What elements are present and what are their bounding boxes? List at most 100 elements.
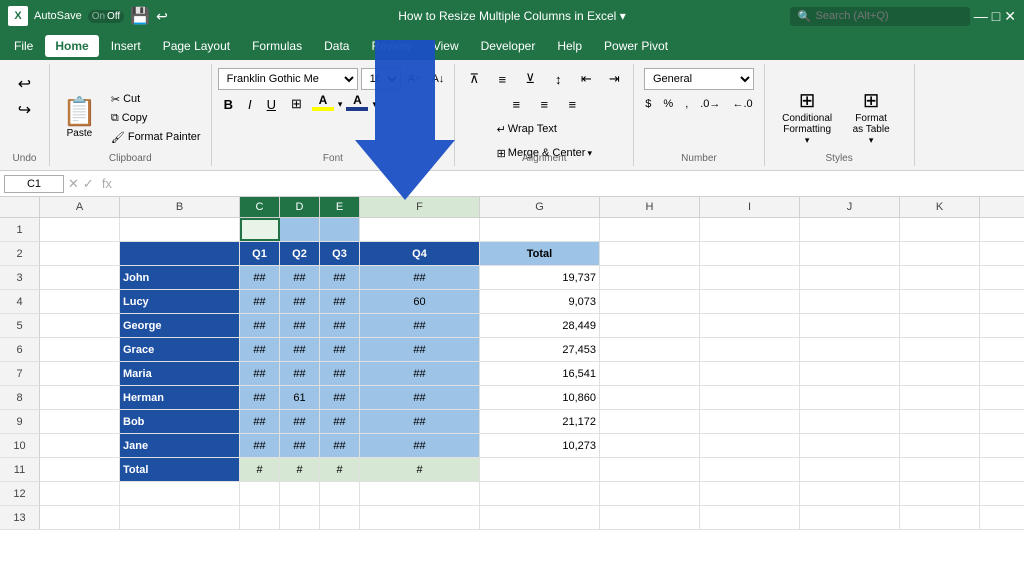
cell-E12[interactable] (320, 482, 360, 505)
col-header-I[interactable]: I (700, 197, 800, 217)
cell-F2[interactable]: Q4 (360, 242, 480, 265)
minimize-icon[interactable]: — (974, 8, 988, 24)
cell-F10[interactable]: ## (360, 434, 480, 457)
cell-H12[interactable] (600, 482, 700, 505)
cell-E7[interactable]: ## (320, 362, 360, 385)
col-header-B[interactable]: B (120, 197, 240, 217)
menu-formulas[interactable]: Formulas (242, 35, 312, 57)
cell-J8[interactable] (800, 386, 900, 409)
cell-F9[interactable]: ## (360, 410, 480, 433)
cell-G9[interactable]: 21,172 (480, 410, 600, 433)
cell-G12[interactable] (480, 482, 600, 505)
col-header-H[interactable]: H (600, 197, 700, 217)
cell-H2[interactable] (600, 242, 700, 265)
cell-G5[interactable]: 28,449 (480, 314, 600, 337)
cell-A1[interactable] (40, 218, 120, 241)
cell-I13[interactable] (700, 506, 800, 529)
copy-button[interactable]: ⧉ Copy (107, 110, 205, 127)
cell-A3[interactable] (40, 266, 120, 289)
menu-home[interactable]: Home (45, 35, 98, 57)
cell-B13[interactable] (120, 506, 240, 529)
cell-G3[interactable]: 19,737 (480, 266, 600, 289)
italic-button[interactable]: I (242, 93, 258, 115)
cell-A5[interactable] (40, 314, 120, 337)
cell-D1[interactable] (280, 218, 320, 241)
cell-K2[interactable] (900, 242, 980, 265)
cell-J13[interactable] (800, 506, 900, 529)
cell-E5[interactable]: ## (320, 314, 360, 337)
cell-A2[interactable] (40, 242, 120, 265)
cell-C10[interactable]: ## (240, 434, 280, 457)
search-input[interactable] (816, 10, 956, 22)
cell-K7[interactable] (900, 362, 980, 385)
cell-K10[interactable] (900, 434, 980, 457)
cell-G13[interactable] (480, 506, 600, 529)
align-top-button[interactable]: ⊼ (461, 68, 487, 90)
cell-E6[interactable]: ## (320, 338, 360, 361)
fill-dropdown-icon[interactable]: ▾ (338, 99, 343, 110)
search-box[interactable]: 🔍 (790, 7, 970, 26)
font-color-dropdown-icon[interactable]: ▾ (372, 99, 377, 110)
increase-decimal-button[interactable]: .0→ (695, 93, 725, 115)
menu-page-layout[interactable]: Page Layout (153, 35, 240, 57)
cell-A12[interactable] (40, 482, 120, 505)
bold-button[interactable]: B (218, 93, 239, 115)
cell-G7[interactable]: 16,541 (480, 362, 600, 385)
cell-B3[interactable]: John (120, 266, 240, 289)
font-name-select[interactable]: Franklin Gothic Me (218, 68, 358, 90)
number-format-select[interactable]: General (644, 68, 754, 90)
cell-F1[interactable] (360, 218, 480, 241)
cell-F11[interactable]: # (360, 458, 480, 481)
menu-review[interactable]: Review (361, 35, 420, 57)
cell-C2[interactable]: Q1 (240, 242, 280, 265)
col-header-D[interactable]: D (280, 197, 320, 217)
formula-input[interactable] (120, 177, 1020, 191)
font-grow-button[interactable]: A↑ (404, 70, 425, 88)
cell-D8[interactable]: 61 (280, 386, 320, 409)
font-color-button[interactable]: A (345, 93, 369, 115)
cell-C7[interactable]: ## (240, 362, 280, 385)
conditional-formatting-button[interactable]: ⊞ Conditional Formatting ▾ (777, 84, 837, 150)
cell-F13[interactable] (360, 506, 480, 529)
cell-E9[interactable]: ## (320, 410, 360, 433)
cell-J12[interactable] (800, 482, 900, 505)
menu-file[interactable]: File (4, 35, 43, 57)
cell-K5[interactable] (900, 314, 980, 337)
cell-I5[interactable] (700, 314, 800, 337)
fill-color-button[interactable]: A (311, 93, 335, 115)
cell-B10[interactable]: Jane (120, 434, 240, 457)
cell-I1[interactable] (700, 218, 800, 241)
cell-D11[interactable]: # (280, 458, 320, 481)
maximize-icon[interactable]: □ (992, 8, 1000, 24)
cell-E10[interactable]: ## (320, 434, 360, 457)
cell-K12[interactable] (900, 482, 980, 505)
col-header-E[interactable]: E (320, 197, 360, 217)
cell-E1[interactable] (320, 218, 360, 241)
col-header-F[interactable]: F (360, 197, 480, 217)
cell-A7[interactable] (40, 362, 120, 385)
cell-C11[interactable]: # (240, 458, 280, 481)
cell-D5[interactable]: ## (280, 314, 320, 337)
cell-A8[interactable] (40, 386, 120, 409)
border-button[interactable]: ⊞ (285, 93, 308, 115)
menu-power-pivot[interactable]: Power Pivot (594, 35, 678, 57)
text-direction-button[interactable]: ↕ (545, 68, 571, 90)
cell-B1[interactable] (120, 218, 240, 241)
cell-J2[interactable] (800, 242, 900, 265)
cell-D6[interactable]: ## (280, 338, 320, 361)
cell-G1[interactable] (480, 218, 600, 241)
cell-B6[interactable]: Grace (120, 338, 240, 361)
undo-button[interactable]: ↩ (16, 72, 33, 96)
align-right-button[interactable]: ≡ (559, 93, 585, 115)
cell-F7[interactable]: ## (360, 362, 480, 385)
currency-button[interactable]: $ (640, 93, 656, 115)
cell-F4[interactable]: 60 (360, 290, 480, 313)
undo-icon[interactable]: ↩ (156, 8, 168, 25)
autosave-toggle[interactable]: On Off (88, 10, 125, 23)
col-header-A[interactable]: A (40, 197, 120, 217)
cell-I9[interactable] (700, 410, 800, 433)
cell-G4[interactable]: 9,073 (480, 290, 600, 313)
cell-H8[interactable] (600, 386, 700, 409)
cell-H10[interactable] (600, 434, 700, 457)
cell-H1[interactable] (600, 218, 700, 241)
